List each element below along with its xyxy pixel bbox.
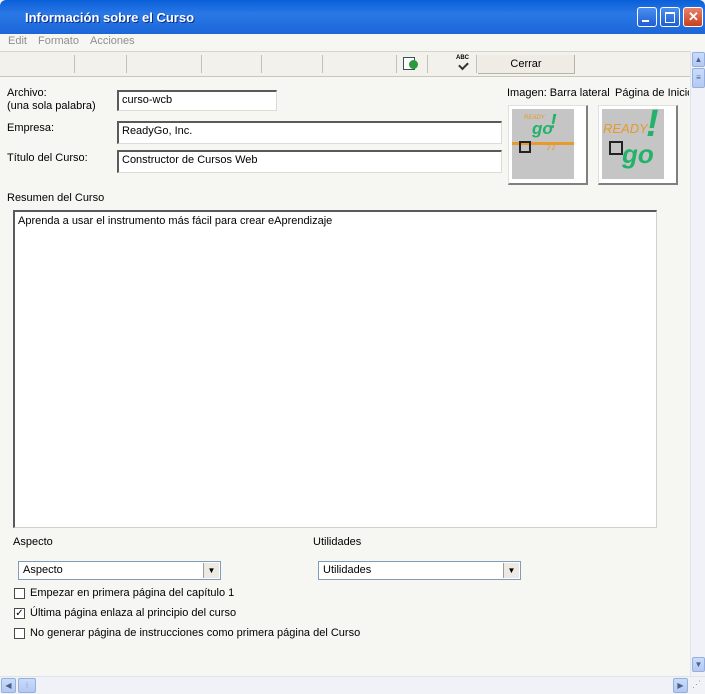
toolbar-separator <box>322 55 323 73</box>
empresa-field[interactable]: ReadyGo, Inc. <box>117 121 502 144</box>
hscroll-thumb[interactable]: ⦙ <box>18 678 36 693</box>
maximize-button[interactable] <box>660 7 680 27</box>
scroll-thumb[interactable]: ≡ <box>692 68 705 88</box>
title-bar: Información sobre el Curso ✕ <box>0 0 705 34</box>
resumen-textarea[interactable]: Aprenda a usar el instrumento más fácil … <box>13 210 657 528</box>
checkbox-empezar[interactable] <box>14 588 25 599</box>
menu-formato[interactable]: Formato <box>38 35 79 47</box>
toolbar-separator <box>476 55 477 73</box>
scroll-right-button[interactable]: ▶ <box>673 678 688 693</box>
archivo-sublabel: (una sola palabra) <box>7 100 96 112</box>
toolbar-separator <box>126 55 127 73</box>
checkbox-ultima-pagina[interactable]: ✓ <box>14 608 25 619</box>
archivo-field[interactable]: curso-wcb <box>117 90 277 111</box>
image-home-label: Página de Inicio <box>615 87 689 99</box>
empresa-label: Empresa: <box>7 122 55 134</box>
logo-text-ready: READY <box>603 121 648 136</box>
toolbar-separator <box>74 55 75 73</box>
sidebar-logo-image: READY go ! ♪♪ <box>512 109 574 179</box>
toolbar-separator <box>201 55 202 73</box>
scroll-up-button[interactable]: ▲ <box>692 52 705 67</box>
sidebar-image-button[interactable]: READY go ! ♪♪ <box>508 105 588 185</box>
spellcheck-icon[interactable]: ABC <box>456 55 470 71</box>
home-logo-image: READY go ! <box>602 109 664 179</box>
menu-bar: Edit Formato Acciones <box>0 34 705 51</box>
checkbox-empezar-label: Empezar en primera página del capítulo 1 <box>30 587 235 599</box>
home-image-button[interactable]: READY go ! <box>598 105 678 185</box>
chevron-down-icon[interactable]: ▼ <box>203 563 219 578</box>
vertical-scrollbar[interactable]: ▲ ≡ ▼ <box>690 51 705 676</box>
checkbox-ultima-pagina-label: Última página enlaza al principio del cu… <box>30 607 237 619</box>
image-sidebar-label: Imagen: Barra lateral <box>507 87 610 99</box>
utilidades-select-value: Utilidades <box>323 564 372 576</box>
titulo-label: Título del Curso: <box>7 152 88 164</box>
toolbar-separator <box>261 55 262 73</box>
resumen-label: Resumen del Curso <box>7 192 105 204</box>
checkbox-no-instrucciones[interactable] <box>14 628 25 639</box>
aspecto-select[interactable]: Aspecto ▼ <box>18 561 221 580</box>
aspecto-label: Aspecto <box>13 536 53 548</box>
utilidades-label: Utilidades <box>313 536 362 548</box>
music-note-icon: ♪♪ <box>546 142 556 153</box>
scroll-down-button[interactable]: ▼ <box>692 657 705 672</box>
titulo-field[interactable]: Constructor de Cursos Web <box>117 150 502 173</box>
utilidades-select[interactable]: Utilidades ▼ <box>318 561 521 580</box>
toolbar: ABC Cerrar <box>0 51 690 77</box>
window-title: Información sobre el Curso <box>25 10 195 25</box>
resize-grip-icon[interactable]: ⋰ <box>692 679 701 690</box>
minimize-button[interactable] <box>637 7 657 27</box>
scroll-left-button[interactable]: ◀ <box>1 678 16 693</box>
close-window-button[interactable]: ✕ <box>683 7 703 27</box>
toolbar-separator <box>396 55 397 73</box>
menu-acciones[interactable]: Acciones <box>90 35 135 47</box>
menu-edit[interactable]: Edit <box>8 35 27 47</box>
logo-frame <box>519 141 531 153</box>
cerrar-button[interactable]: Cerrar <box>478 55 575 74</box>
preview-icon[interactable] <box>403 56 419 70</box>
logo-exclamation: ! <box>550 111 557 133</box>
chevron-down-icon[interactable]: ▼ <box>503 563 519 578</box>
close-icon: ✕ <box>688 9 699 24</box>
logo-exclamation: ! <box>646 109 659 145</box>
horizontal-scrollbar[interactable]: ◀ ⦙ ▶ ⋰ <box>0 676 705 694</box>
checkbox-no-instrucciones-label: No generar página de instrucciones como … <box>30 627 361 639</box>
archivo-label: Archivo: <box>7 87 47 99</box>
logo-frame <box>609 141 623 155</box>
toolbar-separator <box>427 55 428 73</box>
aspecto-select-value: Aspecto <box>23 564 63 576</box>
